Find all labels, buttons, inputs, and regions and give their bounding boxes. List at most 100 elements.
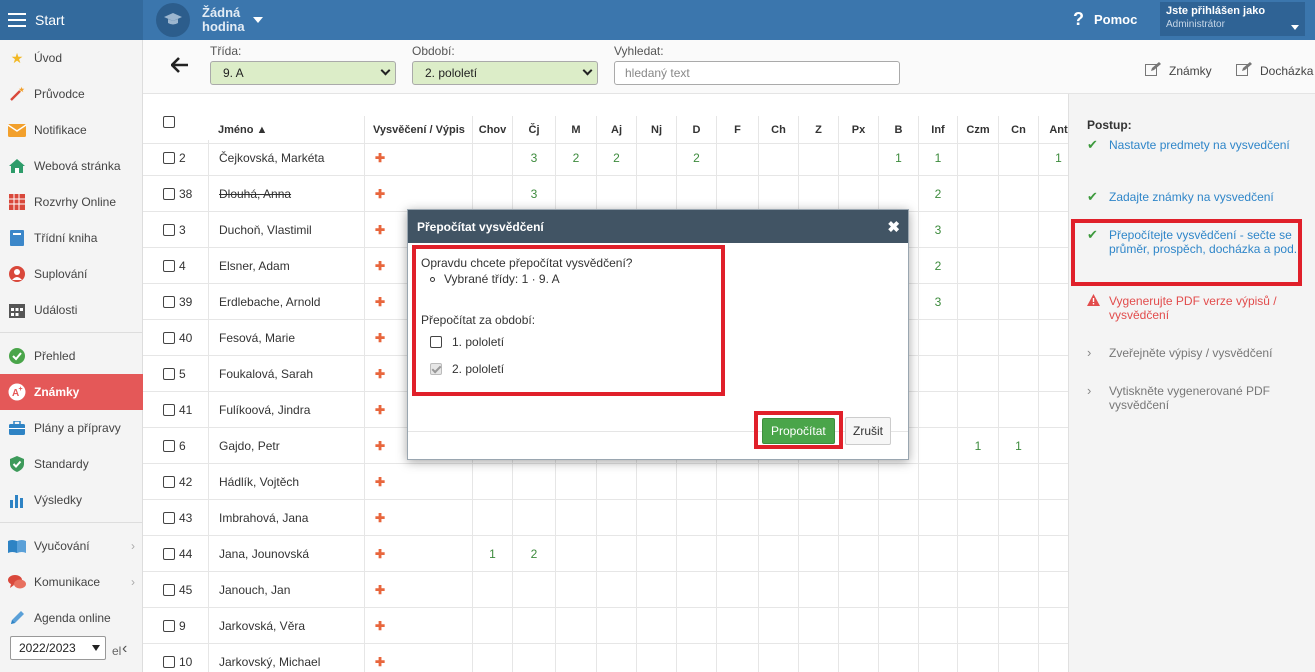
grade-cell[interactable] [556,572,597,608]
grade-cell[interactable] [677,500,717,536]
grade-cell[interactable] [879,464,919,500]
grade-cell[interactable] [677,536,717,572]
grade-cell[interactable] [999,500,1039,536]
row-checkbox[interactable] [163,368,175,380]
row-checkbox[interactable] [163,512,175,524]
grade-cell[interactable] [958,500,999,536]
grade-cell[interactable] [919,428,958,464]
grade-cell[interactable] [637,644,677,672]
grade-cell[interactable] [1039,212,1068,248]
row-checkbox[interactable] [163,260,175,272]
grade-cell[interactable] [919,392,958,428]
grade-cell[interactable] [473,176,513,212]
sidebar-item-udalosti[interactable]: Události [0,292,143,328]
grade-cell[interactable] [637,464,677,500]
grade-cell[interactable] [637,176,677,212]
grade-cell[interactable] [759,572,799,608]
grade-cell[interactable] [958,212,999,248]
add-report-icon[interactable]: ✚ [375,331,385,345]
row-checkbox[interactable] [163,476,175,488]
grade-cell[interactable] [473,572,513,608]
grade-cell[interactable] [759,464,799,500]
grade-cell[interactable] [999,536,1039,572]
grade-cell[interactable] [839,176,879,212]
grade-cell[interactable] [1039,356,1068,392]
grades-link[interactable]: Známky [1145,62,1212,79]
row-checkbox[interactable] [163,620,175,632]
grade-cell[interactable]: 1 [879,140,919,176]
grade-cell[interactable] [556,644,597,672]
student-name[interactable]: Foukalová, Sarah [208,356,365,392]
grade-cell[interactable] [879,608,919,644]
add-report-icon[interactable]: ✚ [375,475,385,489]
grade-cell[interactable] [1039,248,1068,284]
grade-cell[interactable] [513,464,556,500]
grade-cell[interactable] [556,464,597,500]
grade-cell[interactable] [597,464,637,500]
grade-cell[interactable] [1039,644,1068,672]
grade-cell[interactable] [879,176,919,212]
grade-cell[interactable]: 3 [919,284,958,320]
grade-cell[interactable] [597,608,637,644]
grade-cell[interactable] [999,608,1039,644]
grade-cell[interactable] [637,500,677,536]
grade-cell[interactable] [958,464,999,500]
add-report-icon[interactable]: ✚ [375,439,385,453]
grade-cell[interactable] [1039,428,1068,464]
grade-cell[interactable] [958,644,999,672]
row-checkbox[interactable] [163,224,175,236]
grade-cell[interactable]: 2 [677,140,717,176]
sidebar-item-vyucovani[interactable]: Vyučování › [0,528,143,564]
grade-cell[interactable] [999,392,1039,428]
step-set-subjects[interactable]: ✔ Nastavte predmety na vysvedčení [1087,138,1302,153]
sidebar-item-pruvodce[interactable]: Průvodce [0,76,143,112]
grade-cell[interactable]: 3 [513,140,556,176]
add-report-icon[interactable]: ✚ [375,295,385,309]
student-name[interactable]: Janouch, Jan [208,572,365,608]
row-checkbox[interactable] [163,152,175,164]
grade-cell[interactable] [717,140,759,176]
add-report-icon[interactable]: ✚ [375,583,385,597]
grade-cell[interactable] [919,536,958,572]
grade-cell[interactable]: 1 [1039,140,1068,176]
add-report-icon[interactable]: ✚ [375,619,385,633]
grade-cell[interactable] [839,608,879,644]
grade-cell[interactable] [759,140,799,176]
step-generate-pdf[interactable]: Vygenerujte PDF verze výpisů / vysvědčen… [1087,294,1302,322]
sidebar-item-agenda-online[interactable]: Agenda online [0,600,143,636]
sidebar-item-komunikace[interactable]: Komunikace › [0,564,143,600]
sidebar-item-standardy[interactable]: Standardy [0,446,143,482]
step-enter-grades[interactable]: ✔ Zadajte známky na vysvedčení [1087,190,1302,205]
grade-cell[interactable] [1039,464,1068,500]
student-name[interactable]: Erdlebache, Arnold [208,284,365,320]
grade-cell[interactable]: 1 [999,428,1039,464]
grade-cell[interactable] [919,356,958,392]
grade-cell[interactable] [999,644,1039,672]
sidebar-item-uvod[interactable]: ★ Úvod [0,40,143,76]
grade-cell[interactable] [919,500,958,536]
cancel-button[interactable]: Zrušit [845,417,891,445]
grade-cell[interactable] [717,536,759,572]
grade-cell[interactable] [637,536,677,572]
sidebar-item-tridni-kniha[interactable]: Třídní kniha [0,220,143,256]
grade-cell[interactable] [999,248,1039,284]
grade-cell[interactable] [919,644,958,672]
grade-cell[interactable] [1039,320,1068,356]
grade-cell[interactable] [799,500,839,536]
grade-cell[interactable] [799,536,839,572]
grade-cell[interactable] [919,572,958,608]
sidebar-item-webova-stranka[interactable]: Webová stránka [0,148,143,184]
grade-cell[interactable] [677,176,717,212]
grade-cell[interactable] [759,536,799,572]
grade-cell[interactable] [999,140,1039,176]
collapse-sidebar-icon[interactable]: ‹ [122,640,127,658]
sidebar-item-suplovani[interactable]: Suplování [0,256,143,292]
add-report-icon[interactable]: ✚ [375,259,385,273]
grade-cell[interactable] [999,356,1039,392]
grade-cell[interactable] [799,140,839,176]
grade-cell[interactable] [556,608,597,644]
row-checkbox[interactable] [163,548,175,560]
grade-cell[interactable] [999,212,1039,248]
grade-cell[interactable] [717,464,759,500]
grade-cell[interactable] [597,572,637,608]
